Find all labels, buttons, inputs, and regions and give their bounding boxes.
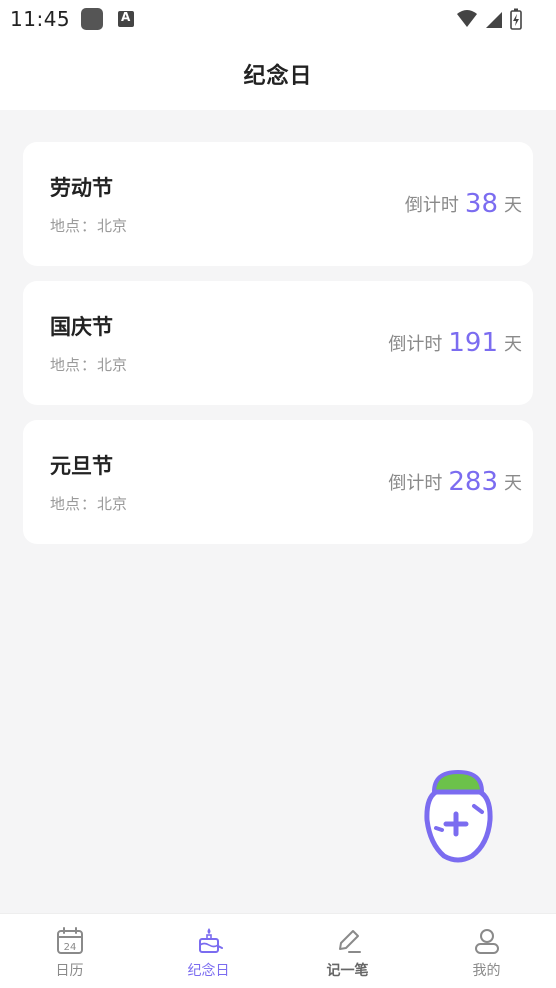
location-value: 北京 <box>97 356 128 374</box>
countdown-unit: 天 <box>504 195 522 216</box>
tab-label: 我的 <box>472 963 501 979</box>
countdown: 倒计时 38 天 <box>405 142 522 266</box>
event-location: 地点：北京 <box>50 215 127 236</box>
user-icon <box>474 929 499 954</box>
location-separator: ： <box>81 217 97 235</box>
signal-icon <box>486 12 502 28</box>
battery-charging-icon <box>510 8 522 30</box>
event-card[interactable]: 国庆节 地点：北京 倒计时 191 天 <box>23 281 533 405</box>
countdown: 倒计时 283 天 <box>388 420 522 544</box>
location-value: 北京 <box>97 495 128 513</box>
location-value: 北京 <box>97 217 128 235</box>
countdown-unit: 天 <box>504 334 522 355</box>
event-card[interactable]: 元旦节 地点：北京 倒计时 283 天 <box>23 420 533 544</box>
location-label: 地点 <box>50 217 81 235</box>
tab-note[interactable]: 记一笔 <box>278 914 417 988</box>
countdown-label: 倒计时 <box>388 334 443 355</box>
location-separator: ： <box>81 495 97 513</box>
tab-calendar[interactable]: 24 日历 <box>0 914 139 988</box>
status-bar: 11:45 <box>0 0 556 38</box>
calendar-icon: 24 <box>56 927 83 954</box>
location-separator: ： <box>81 356 97 374</box>
app-notification-icon <box>81 8 103 30</box>
event-list: 劳动节 地点：北京 倒计时 38 天 国庆节 地点：北京 倒计时 191 天 元… <box>23 142 533 559</box>
event-name: 劳动节 <box>50 176 113 200</box>
event-card[interactable]: 劳动节 地点：北京 倒计时 38 天 <box>23 142 533 266</box>
event-location: 地点：北京 <box>50 354 127 375</box>
tab-label: 日历 <box>55 963 84 979</box>
countdown-label: 倒计时 <box>388 473 443 494</box>
title-bar: 纪念日 <box>0 38 556 110</box>
tab-me[interactable]: 我的 <box>417 914 556 988</box>
location-label: 地点 <box>50 356 81 374</box>
tab-anniversary[interactable]: 纪念日 <box>139 914 278 988</box>
tab-label: 纪念日 <box>187 963 230 979</box>
pencil-icon <box>338 930 361 953</box>
bottom-tab-bar: 24 日历 纪念日 记一笔 我的 <box>0 913 556 988</box>
add-event-button[interactable] <box>422 768 494 864</box>
event-name: 国庆节 <box>50 315 113 339</box>
countdown-days: 38 <box>464 189 498 219</box>
event-name: 元旦节 <box>50 454 113 478</box>
countdown: 倒计时 191 天 <box>388 281 522 405</box>
countdown-days: 283 <box>448 467 498 497</box>
cake-icon <box>198 928 223 953</box>
countdown-unit: 天 <box>504 473 522 494</box>
countdown-days: 191 <box>448 328 498 358</box>
calendar-number: 24 <box>63 942 76 953</box>
tab-label: 记一笔 <box>326 963 369 979</box>
wifi-icon <box>457 10 477 27</box>
location-label: 地点 <box>50 495 81 513</box>
countdown-label: 倒计时 <box>404 195 459 216</box>
event-location: 地点：北京 <box>50 493 127 514</box>
status-time: 11:45 <box>10 7 71 31</box>
carrot-add-icon <box>424 770 493 863</box>
page-title: 纪念日 <box>243 64 313 89</box>
text-a-icon <box>118 10 134 27</box>
